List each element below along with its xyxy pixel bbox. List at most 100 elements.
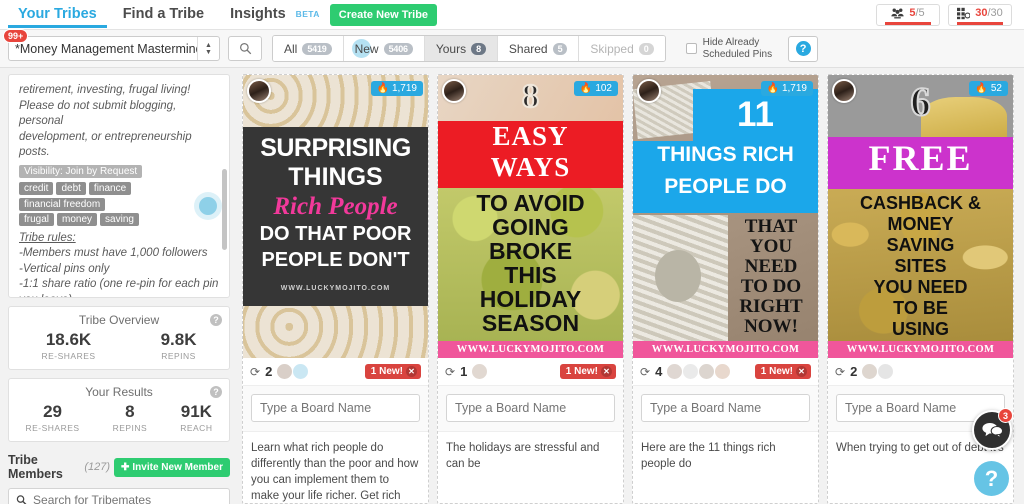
chat-icon	[981, 423, 1003, 438]
tribe-rule-0: -Members must have 1,000 followers	[19, 247, 208, 259]
pin-search-button[interactable]	[228, 36, 262, 61]
pins-counter[interactable]: 30/30	[948, 3, 1012, 26]
pin-card[interactable]: 🔥 102 8 EASY WAYS TO AVOID GOING BROKE T…	[437, 74, 624, 504]
tab-shared[interactable]: Shared 5	[497, 36, 580, 61]
pin-sub-line1: DO THAT POOR	[259, 223, 412, 245]
hide-scheduled-label-line1: Hide Already	[702, 36, 760, 48]
nav-insights[interactable]: Insights	[220, 2, 296, 28]
tab-all[interactable]: All 5419	[273, 36, 344, 61]
pin-image[interactable]: 8 EASY WAYS TO AVOID GOING BROKE THIS HO…	[438, 75, 623, 358]
tribe-tags: credit debt finance financial freedom	[19, 181, 219, 211]
search-icon	[16, 495, 27, 504]
new-pill[interactable]: 1 New! ✕	[754, 364, 811, 379]
avatar	[293, 364, 309, 379]
pin-title-line1: SURPRISING	[260, 134, 411, 162]
tab-skipped[interactable]: Skipped 0	[579, 36, 665, 61]
refresh-icon[interactable]: ⟳	[445, 365, 455, 379]
tab-new-count: 5406	[383, 42, 413, 55]
tribe-overview-panel: ? Tribe Overview 18.6K RE-SHARES 9.8K RE…	[8, 306, 230, 370]
tribe-overview-reshares-label: RE-SHARES	[41, 351, 96, 361]
main-content: retirement, investing, frugal living! Pl…	[0, 68, 1024, 504]
highlight-dot	[199, 197, 217, 215]
tribe-tag-frugal[interactable]: frugal	[19, 212, 55, 226]
pin-filter-tabs: All 5419 New 5406 Yours 8 Shared 5 Skipp…	[272, 35, 666, 62]
chat-button[interactable]: 3	[972, 408, 1013, 450]
tribemate-search-input[interactable]	[33, 493, 222, 504]
tribe-tag-finance[interactable]: finance	[88, 181, 132, 195]
tribe-selector[interactable]: *Money Management Masterminds ▲ ▼	[8, 36, 220, 61]
your-results-stat-repins: 8 REPINS	[113, 402, 148, 433]
tribe-description-line-3: posts.	[19, 146, 50, 158]
tab-yours[interactable]: Yours 8	[424, 36, 498, 61]
invite-new-member-button[interactable]: ✚ Invite New Member	[114, 457, 230, 477]
tribemate-search[interactable]	[8, 488, 230, 504]
hide-scheduled-label-line2: Scheduled Pins	[702, 48, 773, 60]
close-icon[interactable]: ✕	[601, 366, 612, 377]
your-results-repins-value: 8	[125, 402, 135, 421]
pin-image[interactable]: 11 THINGS RICH PEOPLE DO THAT YOU NEED T…	[633, 75, 818, 358]
pin-image[interactable]: 6 FREE CASHBACK & MONEY SAVING SITES YOU…	[828, 75, 1013, 358]
pin-serif-line2: YOU	[749, 236, 793, 257]
tribes-counter[interactable]: 5/5	[876, 3, 940, 26]
pin-hand-line6: SEASON	[481, 310, 580, 336]
pins-counter-value: 30	[975, 7, 988, 19]
tribe-tag-money[interactable]: money	[57, 212, 98, 226]
avatar	[667, 364, 683, 379]
tribe-tag-credit[interactable]: credit	[19, 181, 54, 195]
tribe-description-line-1: Please do not submit blogging, personal	[19, 99, 177, 128]
board-name-input[interactable]	[251, 394, 420, 422]
beta-tag: BETA	[295, 9, 320, 19]
your-results-reach-label: REACH	[180, 423, 213, 433]
repin-count-badge: 🔥 1,719	[370, 81, 423, 96]
your-results-stat-reach: 91K REACH	[180, 402, 212, 433]
tribe-overview-help-icon[interactable]: ?	[210, 314, 222, 326]
tribe-tag-financial-freedom[interactable]: financial freedom	[19, 197, 106, 211]
tribe-tags-row2: frugal money saving	[19, 212, 219, 226]
refresh-icon[interactable]: ⟳	[640, 365, 650, 379]
close-icon[interactable]: ✕	[796, 366, 807, 377]
new-pill[interactable]: 1 New! ✕	[364, 364, 421, 379]
board-name-input[interactable]	[446, 394, 615, 422]
refresh-icon[interactable]: ⟳	[835, 365, 845, 379]
sharer-avatars	[472, 364, 488, 379]
pin-image[interactable]: SURPRISING THINGS Rich People DO THAT PO…	[243, 75, 428, 358]
sidebar-scroll-thumb[interactable]	[222, 168, 227, 251]
pin-band-line2: WAYS	[490, 152, 571, 182]
nav-your-tribes[interactable]: Your Tribes	[8, 2, 107, 28]
tab-yours-label: Yours	[435, 41, 467, 56]
share-count: 2	[265, 364, 273, 379]
pin-action-bar: ⟳ 2 1 New! ✕	[243, 358, 428, 386]
pin-number: 11	[737, 95, 774, 134]
close-icon[interactable]: ✕	[406, 366, 417, 377]
create-new-tribe-button[interactable]: Create New Tribe	[329, 3, 438, 26]
tab-shared-count: 5	[552, 42, 568, 55]
refresh-icon[interactable]: ⟳	[250, 365, 260, 379]
help-button[interactable]: ?	[974, 461, 1009, 496]
hide-scheduled-checkbox[interactable]	[685, 43, 697, 54]
pin-hand-line4: SITES	[894, 256, 947, 276]
hide-scheduled-checkbox-row[interactable]: Hide Already Scheduled Pins	[685, 36, 773, 61]
pins-counter-bar	[957, 21, 1003, 25]
pin-hand-line4: THIS	[504, 262, 557, 288]
filterbar-help-button[interactable]: ?	[788, 35, 819, 62]
nav-find-a-tribe[interactable]: Find a Tribe	[113, 2, 214, 28]
tribe-description-panel: retirement, investing, frugal living! Pl…	[8, 74, 230, 298]
tribe-rule-1: -Vertical pins only	[19, 262, 110, 275]
tribe-tag-saving[interactable]: saving	[100, 212, 139, 226]
avatar	[637, 79, 661, 103]
tribe-tag-debt[interactable]: debt	[56, 181, 86, 195]
pin-image-watermark: WWW.LUCKYMOJITO.COM	[280, 285, 391, 292]
sidebar-scrollbar[interactable]	[222, 79, 227, 293]
pin-card[interactable]: 🔥 1,719 11 THINGS RICH PEOPLE DO THAT YO…	[632, 74, 819, 504]
flame-icon: 🔥	[376, 83, 389, 94]
repin-count-value: 1,719	[781, 83, 807, 94]
pin-serif-line3: NEED	[744, 256, 798, 277]
tribe-description-line-0: retirement, investing, frugal living!	[19, 84, 191, 96]
pin-card[interactable]: 🔥 1,719 SURPRISING THINGS Rich People DO…	[242, 74, 429, 504]
top-navigation: Your Tribes Find a Tribe Insights BETA C…	[0, 0, 1024, 30]
board-name-input[interactable]	[641, 394, 810, 422]
your-results-help-icon[interactable]: ?	[210, 386, 222, 398]
new-pill[interactable]: 1 New! ✕	[559, 364, 616, 379]
tab-new[interactable]: New 5406	[343, 36, 425, 61]
pin-action-bar: ⟳ 1 1 New! ✕	[438, 358, 623, 386]
